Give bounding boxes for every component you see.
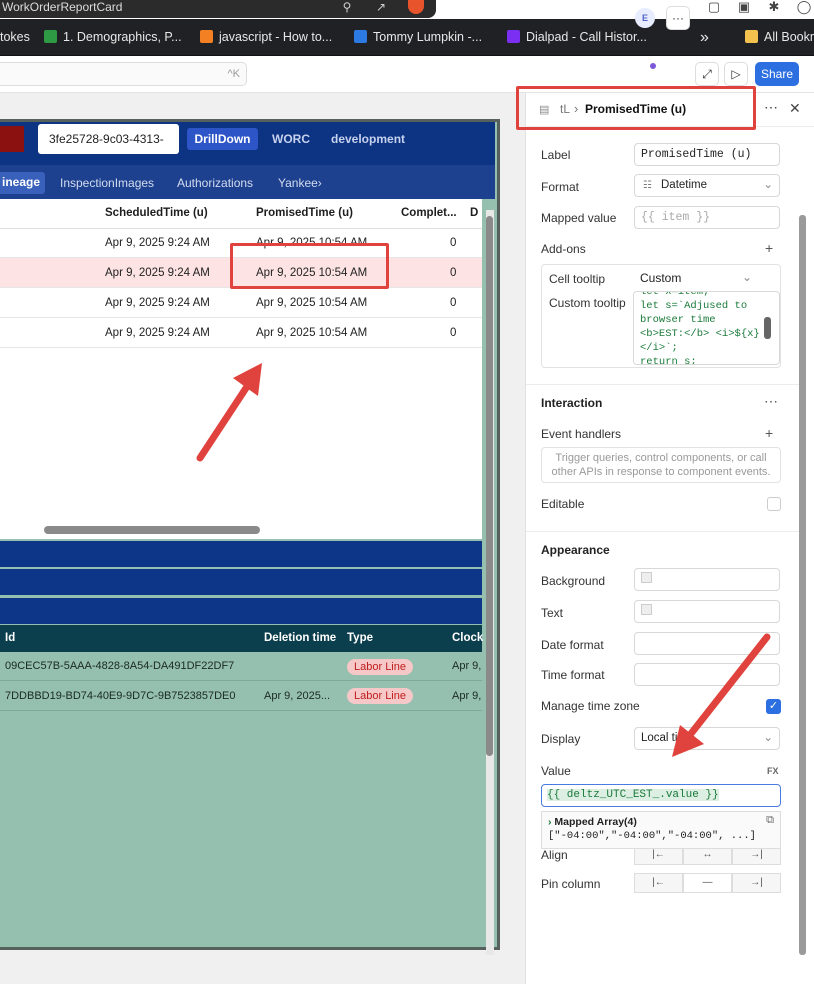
annotation-arrows	[196, 363, 771, 757]
red-arrow-down	[682, 633, 771, 744]
arrow-head	[672, 725, 704, 757]
red-arrow-up	[196, 378, 254, 462]
